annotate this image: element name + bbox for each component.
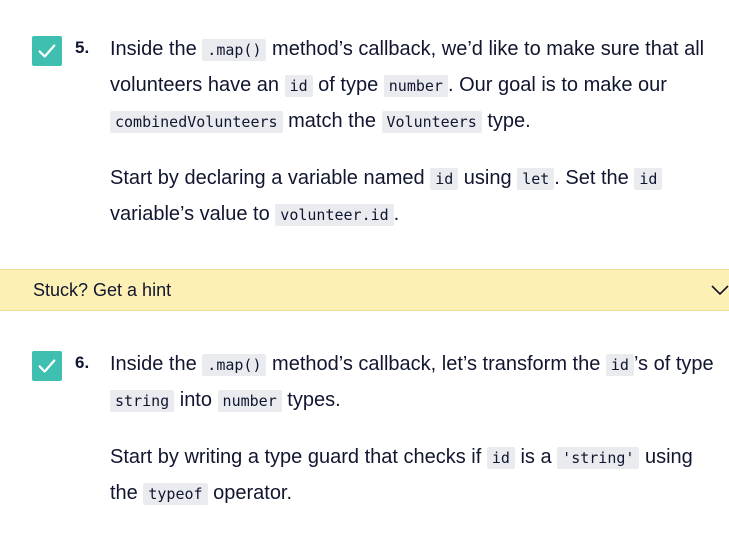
task-instruction: Inside the .map() method’s callback, we’…	[110, 32, 720, 140]
inline-code: id	[634, 168, 663, 190]
text: type.	[481, 110, 531, 132]
text: variable’s value to	[110, 203, 276, 225]
text: method’s callback, let’s transform the	[266, 353, 606, 375]
inline-code: .map()	[202, 39, 267, 61]
text: match the	[282, 110, 382, 132]
task-instruction: Inside the .map() method’s callback, let…	[110, 347, 720, 419]
text: of type	[312, 74, 384, 96]
inline-code: string	[110, 390, 175, 412]
text: types.	[281, 389, 341, 411]
text: Start by declaring a variable named	[110, 167, 431, 189]
inline-code: number	[383, 75, 448, 97]
task-number: 6.	[75, 353, 90, 372]
text: Inside the	[110, 353, 203, 375]
text: using	[458, 167, 518, 189]
checkmark-icon	[38, 359, 56, 373]
chevron-down-icon	[711, 285, 729, 296]
text: Start by writing a type guard that check…	[110, 446, 487, 468]
text: Inside the	[110, 38, 203, 60]
inline-code: 'string'	[557, 447, 640, 469]
inline-code: typeof	[143, 483, 208, 505]
inline-code: let	[517, 168, 555, 190]
text: into	[174, 389, 218, 411]
inline-code: volunteer.id	[275, 204, 394, 226]
text: ’s of type	[633, 353, 714, 375]
text: . Our goal is to make our	[447, 74, 667, 96]
task-instruction-detail: Start by declaring a variable named id u…	[110, 161, 720, 233]
inline-code: id	[430, 168, 459, 190]
text: .	[393, 203, 400, 225]
checkmark-icon	[38, 44, 56, 58]
inline-code: id	[605, 354, 634, 376]
checkbox-checked-icon[interactable]	[32, 36, 62, 66]
task-body: Inside the .map() method’s callback, we’…	[110, 32, 720, 233]
task-instruction-detail: Start by writing a type guard that check…	[110, 440, 720, 512]
inline-code: Volunteers	[381, 111, 482, 133]
inline-code: number	[217, 390, 282, 412]
inline-code: .map()	[202, 354, 267, 376]
hint-label: Stuck? Get a hint	[33, 280, 172, 300]
inline-code: combinedVolunteers	[110, 111, 283, 133]
text: . Set the	[554, 167, 635, 189]
inline-code: id	[284, 75, 313, 97]
task-body: Inside the .map() method’s callback, let…	[110, 347, 720, 512]
hint-toggle[interactable]: Stuck? Get a hint	[0, 269, 729, 311]
text: operator.	[207, 482, 293, 504]
task-number: 5.	[75, 38, 90, 57]
text: is a	[514, 446, 558, 468]
inline-code: id	[486, 447, 515, 469]
checkbox-checked-icon[interactable]	[32, 351, 62, 381]
